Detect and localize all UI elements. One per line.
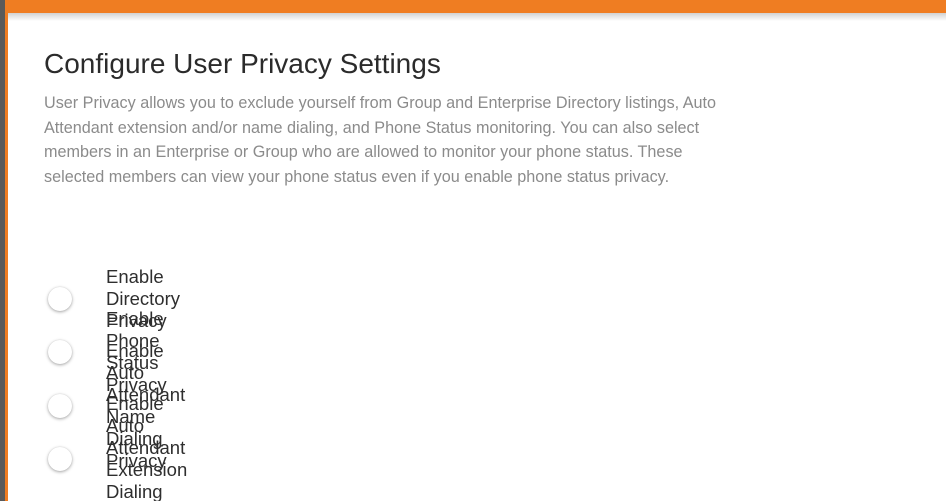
privacy-options-list: Enable Directory Privacy Enable Phone St… [44,266,187,501]
aa-name-dialing-privacy-radio[interactable] [48,393,72,418]
option-phone-status-privacy[interactable]: Enable Phone Status Privacy [44,308,167,395]
privacy-settings-panel: Configure User Privacy Settings User Pri… [0,0,946,501]
phone-status-privacy-radio[interactable] [48,340,72,365]
aa-extension-dialing-privacy-radio[interactable] [48,447,72,472]
page-description: User Privacy allows you to exclude yours… [44,94,717,186]
top-accent-bar [5,0,946,13]
page-title: Configure User Privacy Settings [44,48,441,79]
left-accent-bar [5,0,8,501]
directory-privacy-radio[interactable] [48,286,72,311]
option-aa-extension-dialing-privacy[interactable]: Enable Auto Attendant Extension Dialing … [44,393,187,501]
header-section: Configure User Privacy Settings User Pri… [44,46,724,189]
top-shadow [8,13,946,21]
option-directory-privacy[interactable]: Enable Directory Privacy [44,266,180,331]
aa-extension-dialing-privacy-label[interactable]: Enable Auto Attendant Extension Dialing … [106,393,187,501]
option-aa-name-dialing-privacy[interactable]: Enable Auto Attendant Name Dialing Priva… [44,340,185,471]
